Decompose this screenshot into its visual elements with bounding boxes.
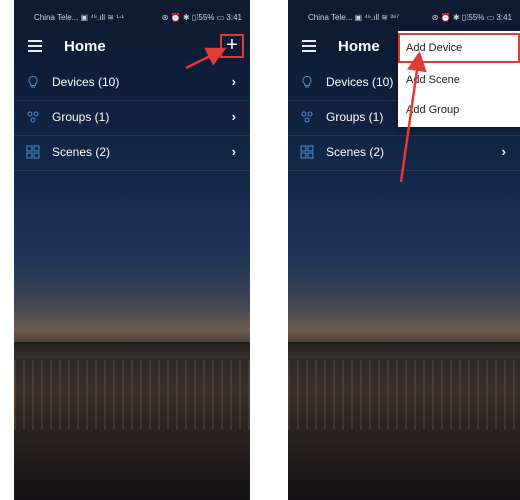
add-button[interactable]: + — [220, 34, 244, 58]
menu-item-label: Add Device — [406, 42, 463, 54]
groups-icon — [301, 111, 313, 123]
list-item-groups[interactable]: Groups (1) › — [14, 101, 250, 136]
hamburger-menu-icon[interactable] — [28, 40, 42, 52]
page-title: Home — [338, 38, 380, 55]
status-bar: China Tele... ▣ ⁴⁶.ıll ≋ ¹⋅¹ ⊛ ⏰ ✱ ▯⁞55%… — [14, 0, 250, 30]
add-popup-menu: Add Device Add Scene Add Group — [398, 31, 520, 127]
lightbulb-icon — [28, 75, 38, 88]
status-carrier: China Tele... ▣ ⁴⁶.ıll ≋ ¹⋅¹ — [34, 13, 125, 22]
list-item-label: Scenes (2) — [326, 145, 385, 159]
page-title: Home — [64, 38, 106, 55]
list-item-label: Devices (10) — [326, 75, 394, 89]
horizon-band — [14, 342, 250, 358]
menu-item-add-device[interactable]: Add Device — [398, 33, 520, 63]
phone-screen-home: China Tele... ▣ ⁴⁶.ıll ≋ ¹⋅¹ ⊛ ⏰ ✱ ▯⁞55%… — [14, 0, 250, 500]
chevron-right-icon: › — [501, 144, 506, 159]
groups-icon — [27, 111, 39, 123]
list-item-label: Groups (1) — [52, 110, 110, 124]
scenes-icon — [26, 145, 40, 159]
chevron-right-icon: › — [231, 109, 236, 124]
chevron-right-icon: › — [231, 144, 236, 159]
hamburger-menu-icon[interactable] — [302, 40, 316, 52]
phone-screen-home-menu: China Tele... ▣ ⁴⁶.ıll ≋ ³⁸⁷ ⊛ ⏰ ✱ ▯⁞55%… — [288, 0, 520, 500]
status-carrier: China Tele... ▣ ⁴⁶.ıll ≋ ³⁸⁷ — [308, 13, 400, 22]
menu-item-label: Add Group — [406, 104, 460, 116]
status-right: ⊛ ⏰ ✱ ▯⁞55% ▭ 3:41 — [431, 13, 512, 22]
menu-item-add-group[interactable]: Add Group — [398, 95, 520, 125]
home-list: Devices (10) › Groups (1) › Scenes (2) › — [14, 66, 250, 171]
chevron-right-icon: › — [231, 74, 236, 89]
list-item-label: Groups (1) — [326, 110, 384, 124]
status-bar: China Tele... ▣ ⁴⁶.ıll ≋ ³⁸⁷ ⊛ ⏰ ✱ ▯⁞55%… — [288, 0, 520, 30]
water-reflection — [288, 360, 520, 430]
app-bar: Home + — [14, 30, 250, 66]
list-item-scenes[interactable]: Scenes (2) › — [288, 136, 520, 171]
list-item-label: Scenes (2) — [52, 145, 111, 159]
menu-item-add-scene[interactable]: Add Scene — [398, 65, 520, 95]
water-reflection — [14, 360, 250, 430]
lightbulb-icon — [302, 75, 312, 88]
list-item-label: Devices (10) — [52, 75, 120, 89]
menu-item-label: Add Scene — [406, 74, 460, 86]
status-right: ⊛ ⏰ ✱ ▯⁞55% ▭ 3:41 — [161, 13, 242, 22]
horizon-band — [288, 342, 520, 358]
list-item-devices[interactable]: Devices (10) › — [14, 66, 250, 101]
scenes-icon — [300, 145, 314, 159]
list-item-scenes[interactable]: Scenes (2) › — [14, 136, 250, 171]
